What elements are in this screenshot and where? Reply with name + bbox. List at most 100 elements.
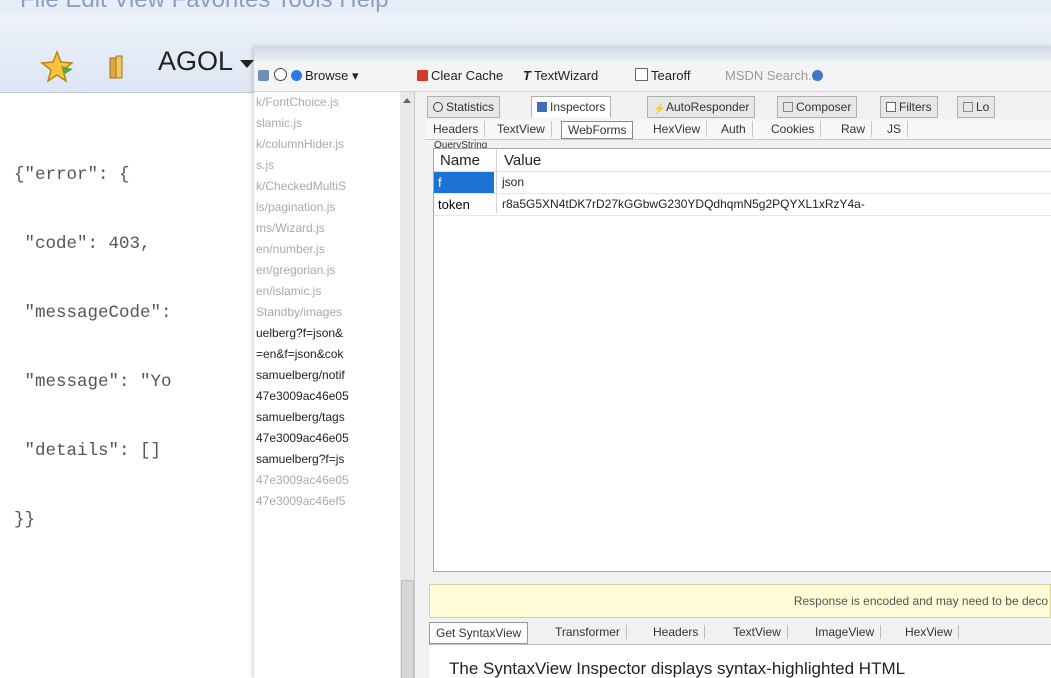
x-icon bbox=[417, 70, 428, 81]
param-value[interactable]: r8a5G5XN4tDK7rD27kGGbwG230YDQdhqmN5g2PQY… bbox=[502, 194, 865, 215]
querystring-grid: Name Value f json token r8a5G5XN4tDK7rD2… bbox=[433, 148, 1051, 572]
column-header-value[interactable]: Value bbox=[504, 152, 541, 169]
tab-label: Composer bbox=[796, 100, 852, 114]
response-body: The SyntaxView Inspector displays syntax… bbox=[429, 645, 1051, 678]
session-item[interactable]: =en&f=json&cok bbox=[254, 344, 400, 365]
timer-icon[interactable] bbox=[274, 68, 290, 83]
json-line: "messageCode": bbox=[14, 303, 172, 323]
tearoff-icon bbox=[635, 68, 648, 81]
session-item[interactable]: ls/pagination.js bbox=[254, 197, 400, 218]
tab-inspectors[interactable]: Inspectors bbox=[531, 96, 612, 118]
session-item[interactable]: 47e3009ac46ef5 bbox=[254, 491, 400, 512]
tab-composer[interactable]: Composer bbox=[777, 96, 858, 118]
subtab-textview[interactable]: TextView bbox=[491, 121, 552, 137]
inspector-panel: Statistics Inspectors ⚡AutoResponder Com… bbox=[425, 92, 1051, 678]
session-item[interactable]: k/columnHider.js bbox=[254, 134, 400, 155]
json-line: "message": "Yo bbox=[14, 372, 172, 392]
column-header-name[interactable]: Name bbox=[440, 152, 480, 169]
response-tab-textview[interactable]: TextView bbox=[727, 625, 788, 639]
response-tabs: Get SyntaxView Transformer Headers TextV… bbox=[429, 622, 1051, 645]
fiddler-window: Browse ▾ Clear Cache T TextWizard Tearoff… bbox=[254, 46, 1051, 678]
subtab-hexview[interactable]: HexView bbox=[647, 121, 708, 137]
chevron-down-icon[interactable] bbox=[240, 60, 254, 68]
tab-autoresponder[interactable]: ⚡AutoResponder bbox=[647, 96, 756, 118]
textwizard-icon: T bbox=[523, 68, 531, 83]
compose-icon bbox=[783, 102, 793, 112]
response-tab-headers[interactable]: Headers bbox=[647, 625, 706, 639]
session-item[interactable]: en/islamic.js bbox=[254, 281, 400, 302]
grid-header: Name Value bbox=[434, 149, 1051, 172]
session-list[interactable]: k/FontChoice.js slamic.js k/columnHider.js… bbox=[254, 92, 401, 678]
syntaxview-description: The SyntaxView Inspector displays syntax… bbox=[449, 659, 906, 678]
scroll-up-icon[interactable] bbox=[403, 98, 411, 103]
tab-label: Lo bbox=[976, 100, 990, 114]
session-item[interactable]: k/FontChoice.js bbox=[254, 92, 400, 113]
fiddler-toolbar: Browse ▾ Clear Cache T TextWizard Tearoff… bbox=[254, 61, 1051, 92]
scroll-thumb[interactable] bbox=[401, 580, 414, 678]
tab-statistics[interactable]: Statistics bbox=[427, 96, 501, 118]
param-value[interactable]: json bbox=[502, 172, 524, 193]
session-item[interactable]: ms/Wizard.js bbox=[254, 218, 400, 239]
browse-label: Browse bbox=[305, 68, 349, 83]
subtab-json[interactable]: JS bbox=[881, 121, 909, 137]
folder-icon bbox=[109, 55, 123, 79]
param-name[interactable]: f bbox=[434, 172, 494, 193]
response-tab-transformer[interactable]: Transformer bbox=[549, 625, 627, 639]
table-row[interactable]: f json bbox=[434, 172, 1051, 194]
stream-icon[interactable] bbox=[258, 68, 272, 83]
textwizard-button[interactable]: T TextWizard bbox=[523, 68, 598, 83]
clear-cache-label: Clear Cache bbox=[431, 68, 504, 83]
checkbox-icon bbox=[886, 102, 896, 112]
favorites-folder-agol[interactable]: AGOL bbox=[158, 46, 233, 77]
json-line: "code": 403, bbox=[14, 234, 151, 254]
favorites-star-icon[interactable] bbox=[40, 50, 74, 84]
search-go-icon[interactable] bbox=[812, 68, 826, 83]
session-item[interactable]: 47e3009ac46e05 bbox=[254, 428, 400, 449]
clock-icon bbox=[433, 102, 443, 112]
textwizard-label: TextWizard bbox=[533, 68, 599, 83]
session-item[interactable]: s.js bbox=[254, 155, 400, 176]
session-item[interactable]: samuelberg/notif bbox=[254, 365, 400, 386]
tearoff-label: Tearoff bbox=[651, 68, 691, 83]
session-item[interactable]: en/gregorian.js bbox=[254, 260, 400, 281]
subtab-raw[interactable]: Raw bbox=[835, 121, 873, 137]
tab-label: AutoResponder bbox=[666, 100, 750, 114]
session-item[interactable]: uelberg?f=json& bbox=[254, 323, 400, 344]
session-scrollbar[interactable] bbox=[400, 92, 415, 678]
tearoff-button[interactable]: Tearoff bbox=[635, 68, 691, 83]
tab-filters[interactable]: Filters bbox=[880, 96, 938, 118]
log-icon bbox=[963, 102, 973, 112]
clear-cache-button[interactable]: Clear Cache bbox=[417, 68, 503, 83]
inspect-icon bbox=[537, 102, 547, 112]
fiddler-titlebar bbox=[254, 46, 1051, 61]
browse-button[interactable]: Browse ▾ bbox=[291, 68, 359, 84]
response-tab-get-syntaxview[interactable]: Get SyntaxView bbox=[429, 622, 529, 644]
json-line: }} bbox=[14, 510, 36, 530]
param-name[interactable]: token bbox=[434, 194, 494, 215]
session-item[interactable]: slamic.js bbox=[254, 113, 400, 134]
subtab-cookies[interactable]: Cookies bbox=[765, 121, 822, 137]
tab-log[interactable]: Lo bbox=[957, 96, 996, 118]
subtab-headers[interactable]: Headers bbox=[427, 121, 486, 137]
session-item[interactable]: samuelberg/tags bbox=[254, 407, 400, 428]
session-item[interactable]: k/CheckedMultiS bbox=[254, 176, 400, 197]
request-subtabs: Headers TextView WebForms HexView Auth C… bbox=[425, 119, 1051, 140]
table-row[interactable]: token r8a5G5XN4tDK7rD27kGGbwG230YDQdhqmN… bbox=[434, 194, 1051, 216]
globe-icon bbox=[291, 70, 302, 81]
subtab-webforms[interactable]: WebForms bbox=[561, 121, 634, 139]
session-item[interactable]: samuelberg?f=js bbox=[254, 449, 400, 470]
session-item[interactable]: en/number.js bbox=[254, 239, 400, 260]
inspector-tabs: Statistics Inspectors ⚡AutoResponder Com… bbox=[425, 96, 1051, 118]
response-tab-hexview[interactable]: HexView bbox=[899, 625, 960, 639]
session-item[interactable]: Standby/images bbox=[254, 302, 400, 323]
json-line: "details": [] bbox=[14, 441, 162, 461]
json-line: {"error": { bbox=[14, 165, 130, 185]
tab-label: Filters bbox=[899, 100, 932, 114]
lightning-icon: ⚡ bbox=[653, 104, 666, 115]
msdn-search-input[interactable]: MSDN Search... bbox=[725, 68, 819, 83]
response-tab-imageview[interactable]: ImageView bbox=[809, 625, 882, 639]
subtab-auth[interactable]: Auth bbox=[715, 121, 753, 137]
session-item[interactable]: 47e3009ac46e05 bbox=[254, 386, 400, 407]
session-item[interactable]: 47e3009ac46e05 bbox=[254, 470, 400, 491]
response-encoded-notice[interactable]: Response is encoded and may need to be d… bbox=[429, 584, 1051, 618]
